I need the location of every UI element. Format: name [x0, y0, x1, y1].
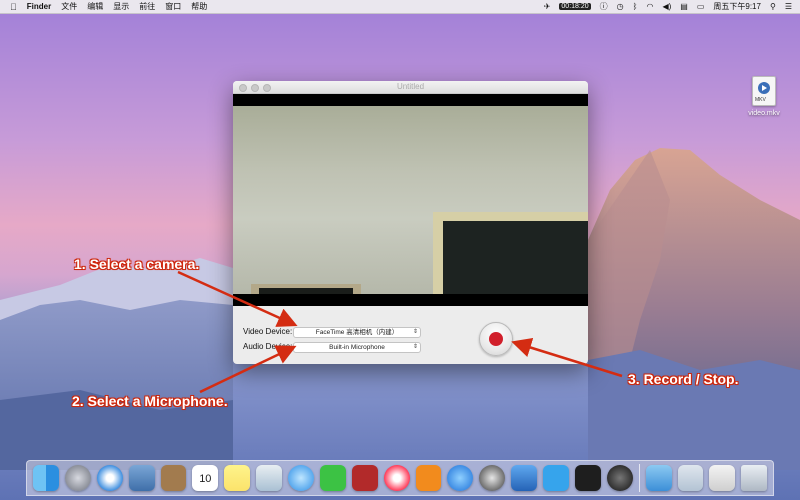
- select-arrows-icon: ⇕: [412, 344, 418, 350]
- airplane-icon[interactable]: ✈: [544, 2, 551, 11]
- timer-badge[interactable]: 00:18:20: [559, 3, 591, 10]
- window-title: Untitled: [396, 82, 425, 91]
- annotation-step1: 1. Select a camera.: [74, 256, 200, 272]
- menu-file[interactable]: 文件: [61, 1, 77, 12]
- recorder-window: Untitled Video Device: FaceTime 高清相机（内建）…: [233, 81, 588, 364]
- documents-icon[interactable]: [709, 465, 736, 491]
- finder-icon[interactable]: [33, 465, 59, 491]
- notification-center-icon[interactable]: ☰: [785, 2, 792, 11]
- preview-icon[interactable]: [256, 465, 282, 491]
- video-device-select[interactable]: FaceTime 高清相机（内建） ⇕: [293, 327, 421, 338]
- camera-preview: [233, 94, 588, 306]
- video-device-label: Video Device:: [243, 327, 293, 336]
- battery-icon[interactable]: ▭: [697, 2, 705, 11]
- notes-icon[interactable]: [224, 465, 251, 491]
- mkv-file-icon: MKV: [752, 76, 776, 106]
- facetime-icon[interactable]: [319, 465, 346, 491]
- menu-window[interactable]: 窗口: [165, 1, 181, 12]
- spotlight-icon[interactable]: ⚲: [770, 2, 776, 11]
- menu-go[interactable]: 前往: [139, 1, 155, 12]
- menu-view[interactable]: 显示: [113, 1, 129, 12]
- select-arrows-icon: ⇕: [412, 329, 418, 335]
- camera-icon[interactable]: [606, 465, 633, 491]
- photo-icon[interactable]: [128, 465, 155, 491]
- annotation-step3: 3. Record / Stop.: [628, 371, 739, 387]
- trash-icon[interactable]: [741, 465, 768, 491]
- time-machine-icon[interactable]: ◷: [617, 2, 624, 11]
- downloads-icon[interactable]: [677, 465, 704, 491]
- desktop-file-name: video.mkv: [748, 110, 780, 117]
- calendar-icon[interactable]: 10: [192, 465, 219, 491]
- twitter-icon[interactable]: [543, 465, 569, 491]
- menu-app-name[interactable]: Finder: [27, 2, 51, 11]
- ibooks-icon[interactable]: [415, 465, 442, 491]
- xcode-icon[interactable]: [511, 465, 537, 491]
- applications-folder-icon[interactable]: [645, 465, 672, 491]
- appstore-icon[interactable]: [447, 465, 474, 491]
- window-titlebar[interactable]: Untitled: [233, 81, 588, 94]
- messages-icon[interactable]: [288, 465, 314, 491]
- launchpad-icon[interactable]: [64, 465, 91, 491]
- volume-icon[interactable]: ◀): [662, 2, 671, 11]
- audio-device-label: Audio Device:: [243, 342, 293, 351]
- menu-edit[interactable]: 编辑: [87, 1, 103, 12]
- record-button[interactable]: [479, 322, 513, 356]
- menu-help[interactable]: 帮助: [191, 1, 207, 12]
- bluetooth-icon[interactable]: ᛒ: [633, 2, 638, 11]
- terminal-icon[interactable]: [574, 465, 601, 491]
- wifi-icon[interactable]: ◠: [646, 2, 653, 11]
- quicktime-icon[interactable]: [479, 465, 506, 491]
- controls-panel: Video Device: FaceTime 高清相机（内建） ⇕ Audio …: [233, 307, 588, 364]
- apple-menu-icon[interactable]: : [10, 2, 17, 12]
- flag-icon[interactable]: ▤: [680, 2, 688, 11]
- desktop-file-video[interactable]: MKV video.mkv: [744, 76, 784, 117]
- menu-clock[interactable]: 周五下午9:17: [713, 1, 761, 12]
- audio-device-select[interactable]: Built-in Microphone ⇕: [293, 342, 421, 353]
- menu-bar:  Finder 文件 编辑 显示 前往 窗口 帮助 ✈ 00:18:20 ⓘ …: [0, 0, 800, 14]
- photobooth-icon[interactable]: [351, 465, 378, 491]
- record-icon: [489, 332, 503, 346]
- dock-separator: [638, 464, 640, 492]
- safari-icon[interactable]: [96, 465, 123, 491]
- dock: 10: [26, 460, 774, 496]
- annotation-step2: 2. Select a Microphone.: [72, 393, 228, 409]
- info-icon[interactable]: ⓘ: [600, 1, 608, 12]
- contacts-icon[interactable]: [160, 465, 187, 491]
- itunes-icon[interactable]: [383, 465, 410, 491]
